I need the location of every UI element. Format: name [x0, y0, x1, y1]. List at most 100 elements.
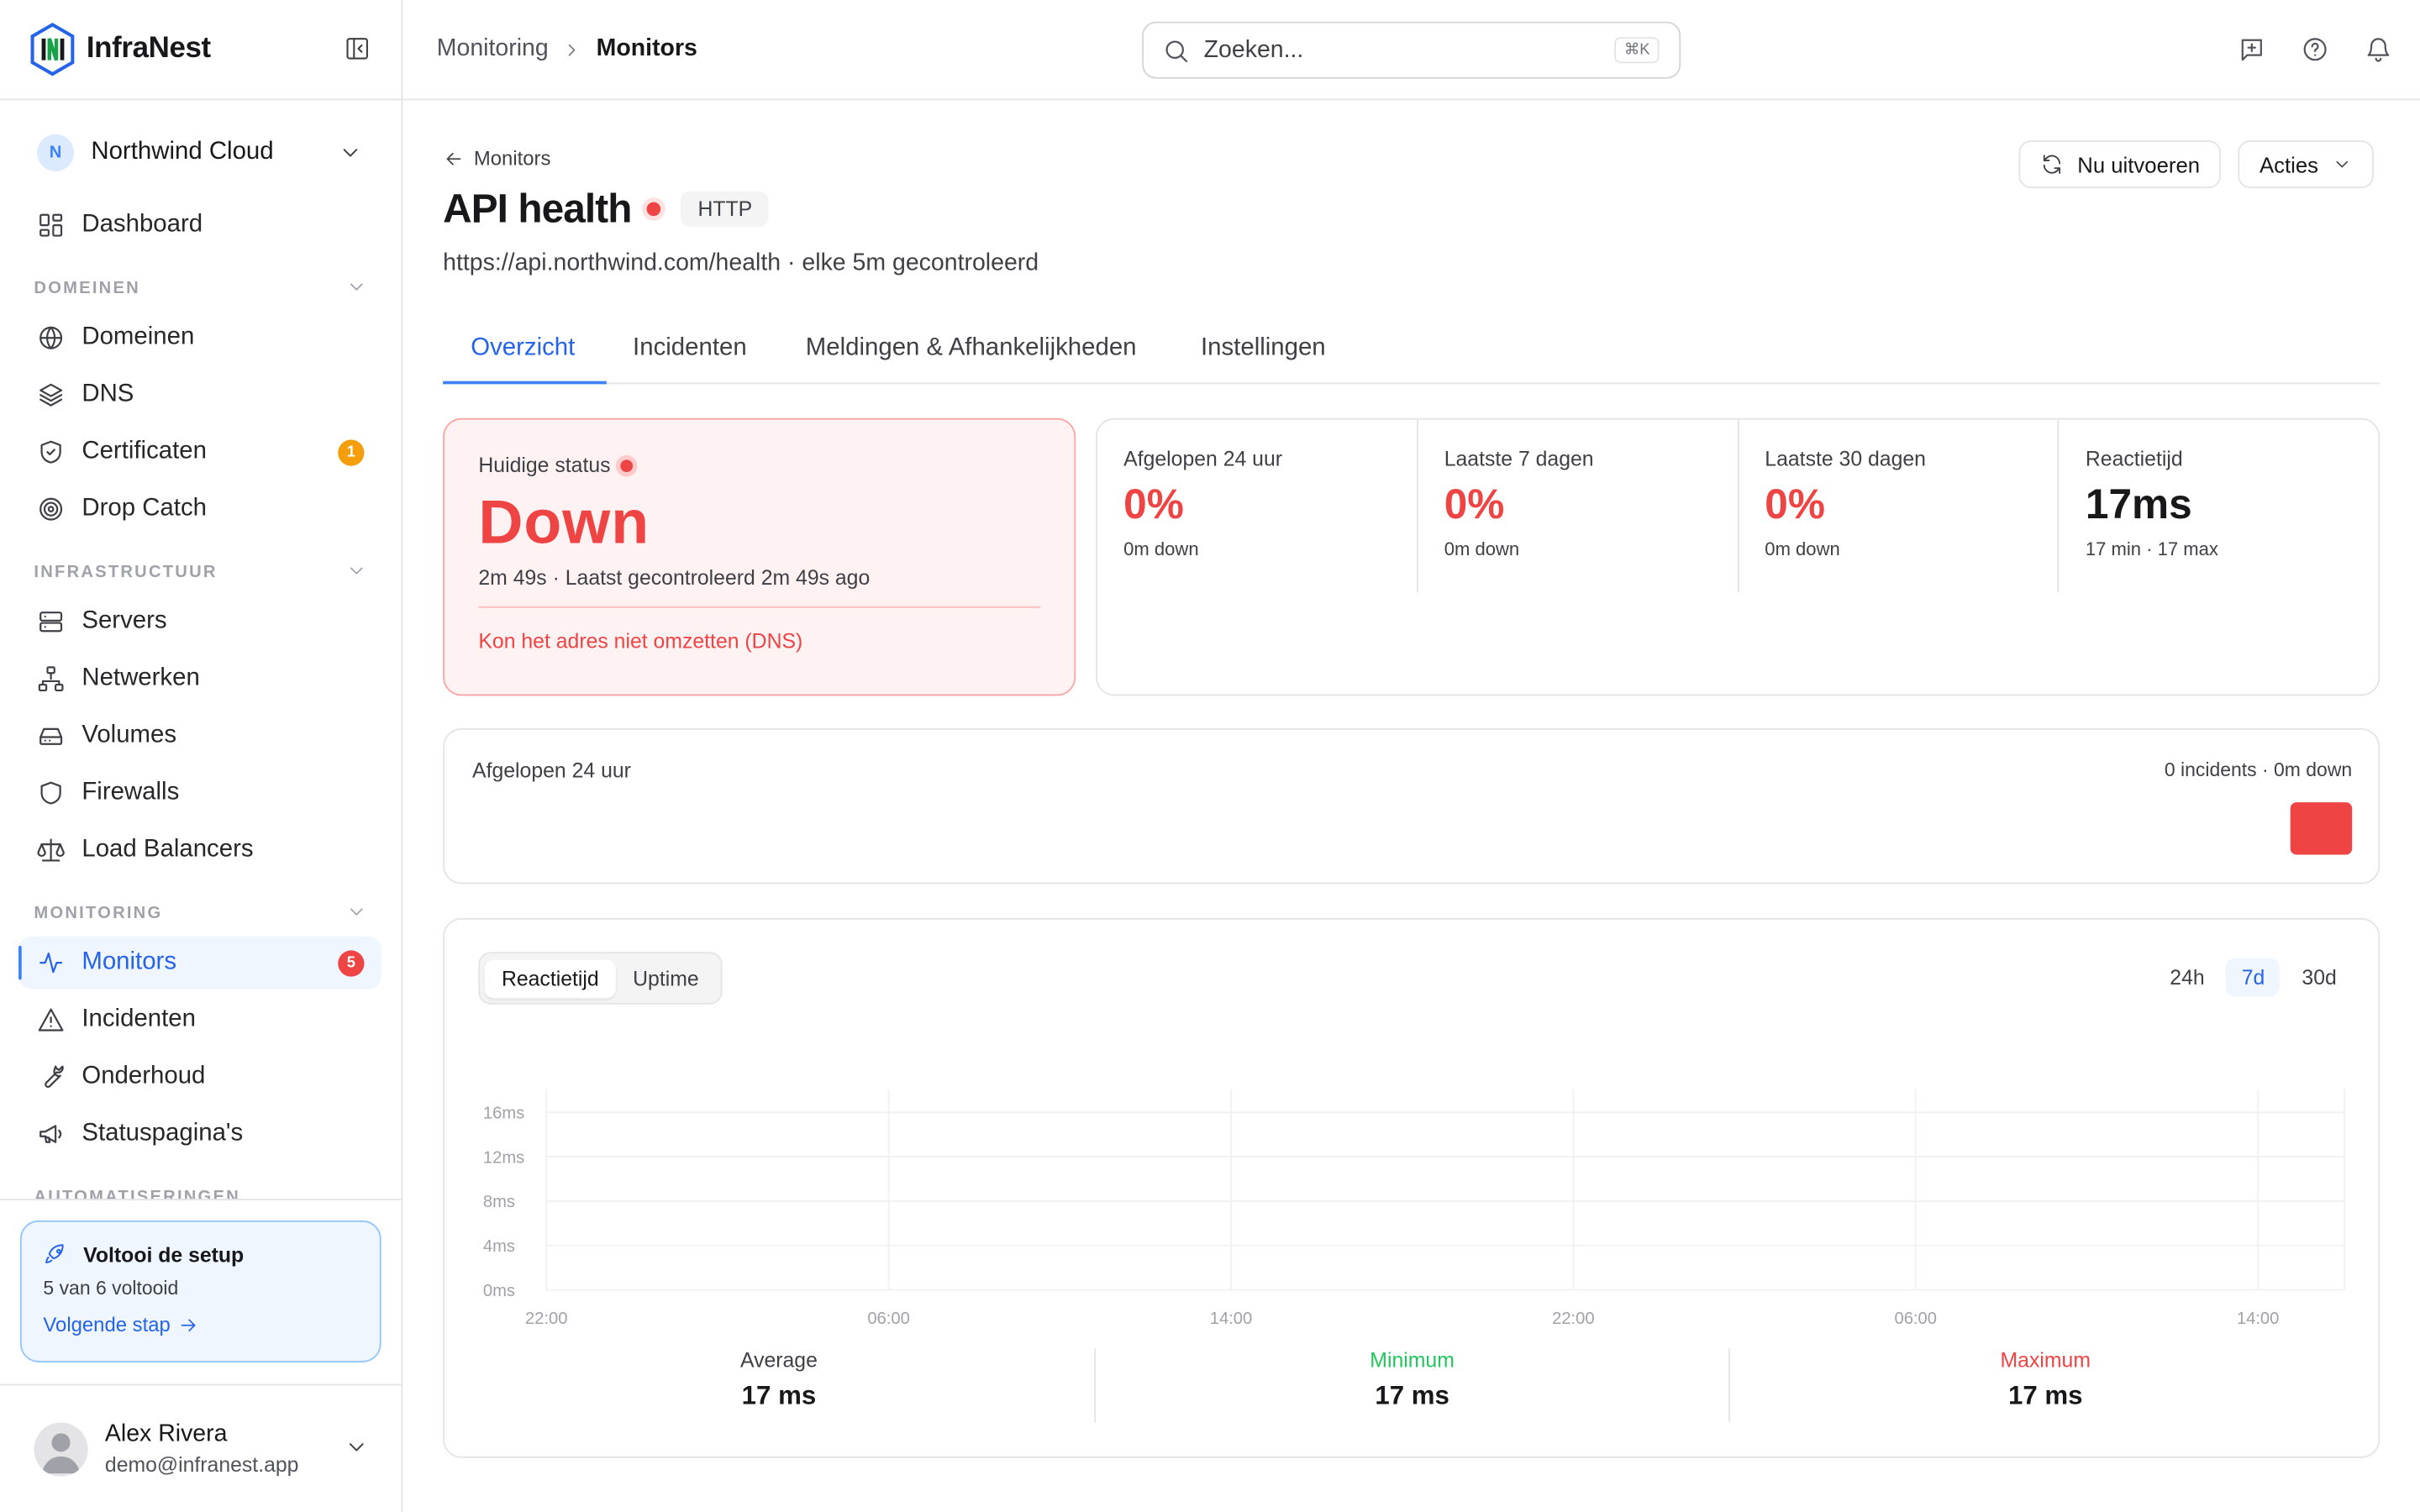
refresh-icon	[2043, 155, 2061, 174]
sidebar-item-certificates[interactable]: Certificaten 1	[18, 426, 381, 478]
sidebar-item-maintenance[interactable]: Onderhoud	[18, 1051, 381, 1103]
stat-label: Afgelopen 24 uur	[1123, 447, 1283, 471]
org-switcher[interactable]: N Northwind Cloud	[18, 127, 381, 179]
bell-icon[interactable]	[2365, 35, 2392, 63]
sidebar-item-label: Domeinen	[82, 323, 195, 350]
next-step-link[interactable]: Volgende stap	[43, 1313, 358, 1336]
x-tick-label: 06:00	[867, 1310, 910, 1328]
stat-value: 0%	[1123, 481, 1184, 528]
page-title: API health	[443, 185, 632, 232]
toggle-response-time[interactable]: Reactietijd	[484, 958, 616, 998]
setup-title: Voltooi de setup	[83, 1242, 245, 1267]
run-now-button[interactable]: Nu uitvoeren	[2018, 140, 2222, 189]
section-header-automation[interactable]: AUTOMATISERINGEN	[34, 1188, 370, 1199]
back-link[interactable]: Monitors	[443, 146, 550, 170]
sidebar-item-load-balancers[interactable]: Load Balancers	[18, 824, 381, 876]
shield-check-icon	[40, 440, 61, 464]
summary-minimum: Minimum 17 ms	[1094, 1348, 1728, 1423]
sidebar-item-firewalls[interactable]: Firewalls	[18, 767, 381, 819]
summary-average: Average 17 ms	[463, 1348, 1095, 1422]
sidebar-item-label: Volumes	[82, 722, 177, 748]
actions-label: Acties	[2259, 151, 2319, 177]
y-tick-label: 16ms	[483, 1105, 524, 1123]
stat-sub: 17 min · 17 max	[2085, 538, 2218, 560]
last-24h-card: Afgelopen 24 uur 0 incidents · 0m down	[443, 727, 2381, 885]
search-input[interactable]	[1203, 36, 1590, 65]
summary-maximum: Maximum 17 ms	[1728, 1348, 2362, 1423]
chevron-down-icon	[350, 908, 363, 916]
breadcrumb-parent[interactable]: Monitoring	[437, 35, 549, 63]
scale-icon	[37, 838, 65, 862]
range-24h[interactable]: 24h	[2154, 958, 2220, 997]
last-24h-label: Afgelopen 24 uur	[472, 759, 631, 783]
search-shortcut: ⌘K	[1614, 37, 1660, 64]
help-icon[interactable]	[2302, 35, 2329, 63]
stat-label: Laatste 30 dagen	[1765, 447, 1926, 471]
stat-label: Laatste 7 dagen	[1444, 447, 1594, 471]
sidebar-item-dns[interactable]: DNS	[18, 369, 381, 421]
range-30d[interactable]: 30d	[2286, 958, 2352, 997]
tab-incidents[interactable]: Incidenten	[633, 335, 747, 363]
sidebar-item-label: Netwerken	[82, 664, 200, 691]
sidebar-item-label: Drop Catch	[82, 495, 207, 522]
toggle-uptime[interactable]: Uptime	[616, 959, 716, 998]
tab-overview[interactable]: Overzicht	[471, 335, 575, 363]
monitor-subtitle: https://api.northwind.com/health · elke …	[443, 249, 1039, 276]
wrench-icon	[45, 1065, 64, 1088]
section-header-infrastructure[interactable]: INFRASTRUCTUUR	[34, 563, 370, 581]
sidebar-item-status-pages[interactable]: Statuspagina's	[18, 1108, 381, 1160]
sidebar-item-dashboard[interactable]: Dashboard	[18, 199, 381, 251]
search-box[interactable]: ⌘K	[1142, 21, 1681, 79]
alert-triangle-icon	[38, 1008, 64, 1032]
layers-icon	[39, 383, 63, 407]
hard-drive-icon	[39, 727, 63, 745]
search-icon	[1165, 39, 1188, 62]
section-title: INFRASTRUCTUUR	[34, 563, 218, 582]
uptime-stats-card: Afgelopen 24 uur 0% 0m down Laatste 7 da…	[1096, 417, 2381, 696]
sidebar-collapse-icon[interactable]	[345, 35, 371, 61]
uptime-bar-down[interactable]	[2290, 802, 2353, 855]
summary-value: 17 ms	[1375, 1380, 1449, 1410]
x-tick-label: 22:00	[1552, 1310, 1595, 1328]
status-label: Huidige status	[478, 454, 611, 477]
response-time-chart-card: Reactietijd Uptime 24h 7d 30d 16ms 12ms 8m…	[443, 917, 2381, 1458]
sidebar-item-drop-catch[interactable]: Drop Catch	[18, 483, 381, 535]
x-tick-label: 22:00	[525, 1310, 568, 1328]
next-step-label: Volgende stap	[43, 1313, 171, 1336]
feedback-icon[interactable]	[2238, 35, 2265, 63]
section-header-domains[interactable]: DOMEINEN	[34, 279, 370, 297]
summary-label: Maximum	[2000, 1348, 2091, 1372]
sidebar-item-volumes[interactable]: Volumes	[18, 710, 381, 762]
range-7d[interactable]: 7d	[2226, 958, 2281, 997]
range-selector: 24h 7d 30d	[2154, 958, 2352, 997]
tab-settings[interactable]: Instellingen	[1201, 335, 1326, 363]
last-24h-summary: 0 incidents · 0m down	[2164, 759, 2353, 781]
setup-progress: 5 van 6 voltooid	[43, 1277, 179, 1299]
sidebar-item-networks[interactable]: Netwerken	[18, 653, 381, 705]
y-tick-label: 12ms	[483, 1148, 524, 1167]
sidebar-item-domains[interactable]: Domeinen	[18, 312, 381, 364]
sidebar-item-incidents[interactable]: Incidenten	[18, 994, 381, 1046]
y-tick-label: 4ms	[483, 1237, 515, 1256]
user-menu[interactable]: Alex Rivera demo@infranest.app	[0, 1383, 403, 1512]
org-avatar: N	[37, 134, 75, 171]
status-error: Kon het adres niet omzetten (DNS)	[478, 629, 803, 653]
actions-button[interactable]: Acties	[2238, 140, 2375, 189]
chevron-down-icon	[349, 1443, 364, 1452]
breadcrumb: Monitoring Monitors	[437, 35, 697, 63]
sidebar-item-label: Statuspagina's	[82, 1120, 244, 1147]
shield-icon	[40, 781, 61, 805]
tab-notifications-dependencies[interactable]: Meldingen & Afhankelijkheden	[806, 335, 1137, 363]
status-value: Down	[478, 489, 650, 558]
x-tick-label: 14:00	[1210, 1310, 1253, 1328]
brand-header: InfraNest	[0, 0, 402, 101]
chart-type-toggle: Reactietijd Uptime	[478, 952, 723, 1005]
setup-card[interactable]: Voltooi de setup 5 van 6 voltooid Volgen…	[19, 1220, 381, 1362]
section-header-monitoring[interactable]: MONITORING	[34, 904, 370, 922]
stat-30d: Laatste 30 dagen 0% 0m down	[1737, 419, 2058, 593]
section-title: DOMEINEN	[34, 279, 140, 298]
y-tick-label: 8ms	[483, 1193, 515, 1211]
sidebar-item-servers[interactable]: Servers	[18, 596, 381, 648]
stat-sub: 0m down	[1444, 538, 1520, 560]
sidebar-item-monitors[interactable]: Monitors 5	[18, 936, 381, 990]
